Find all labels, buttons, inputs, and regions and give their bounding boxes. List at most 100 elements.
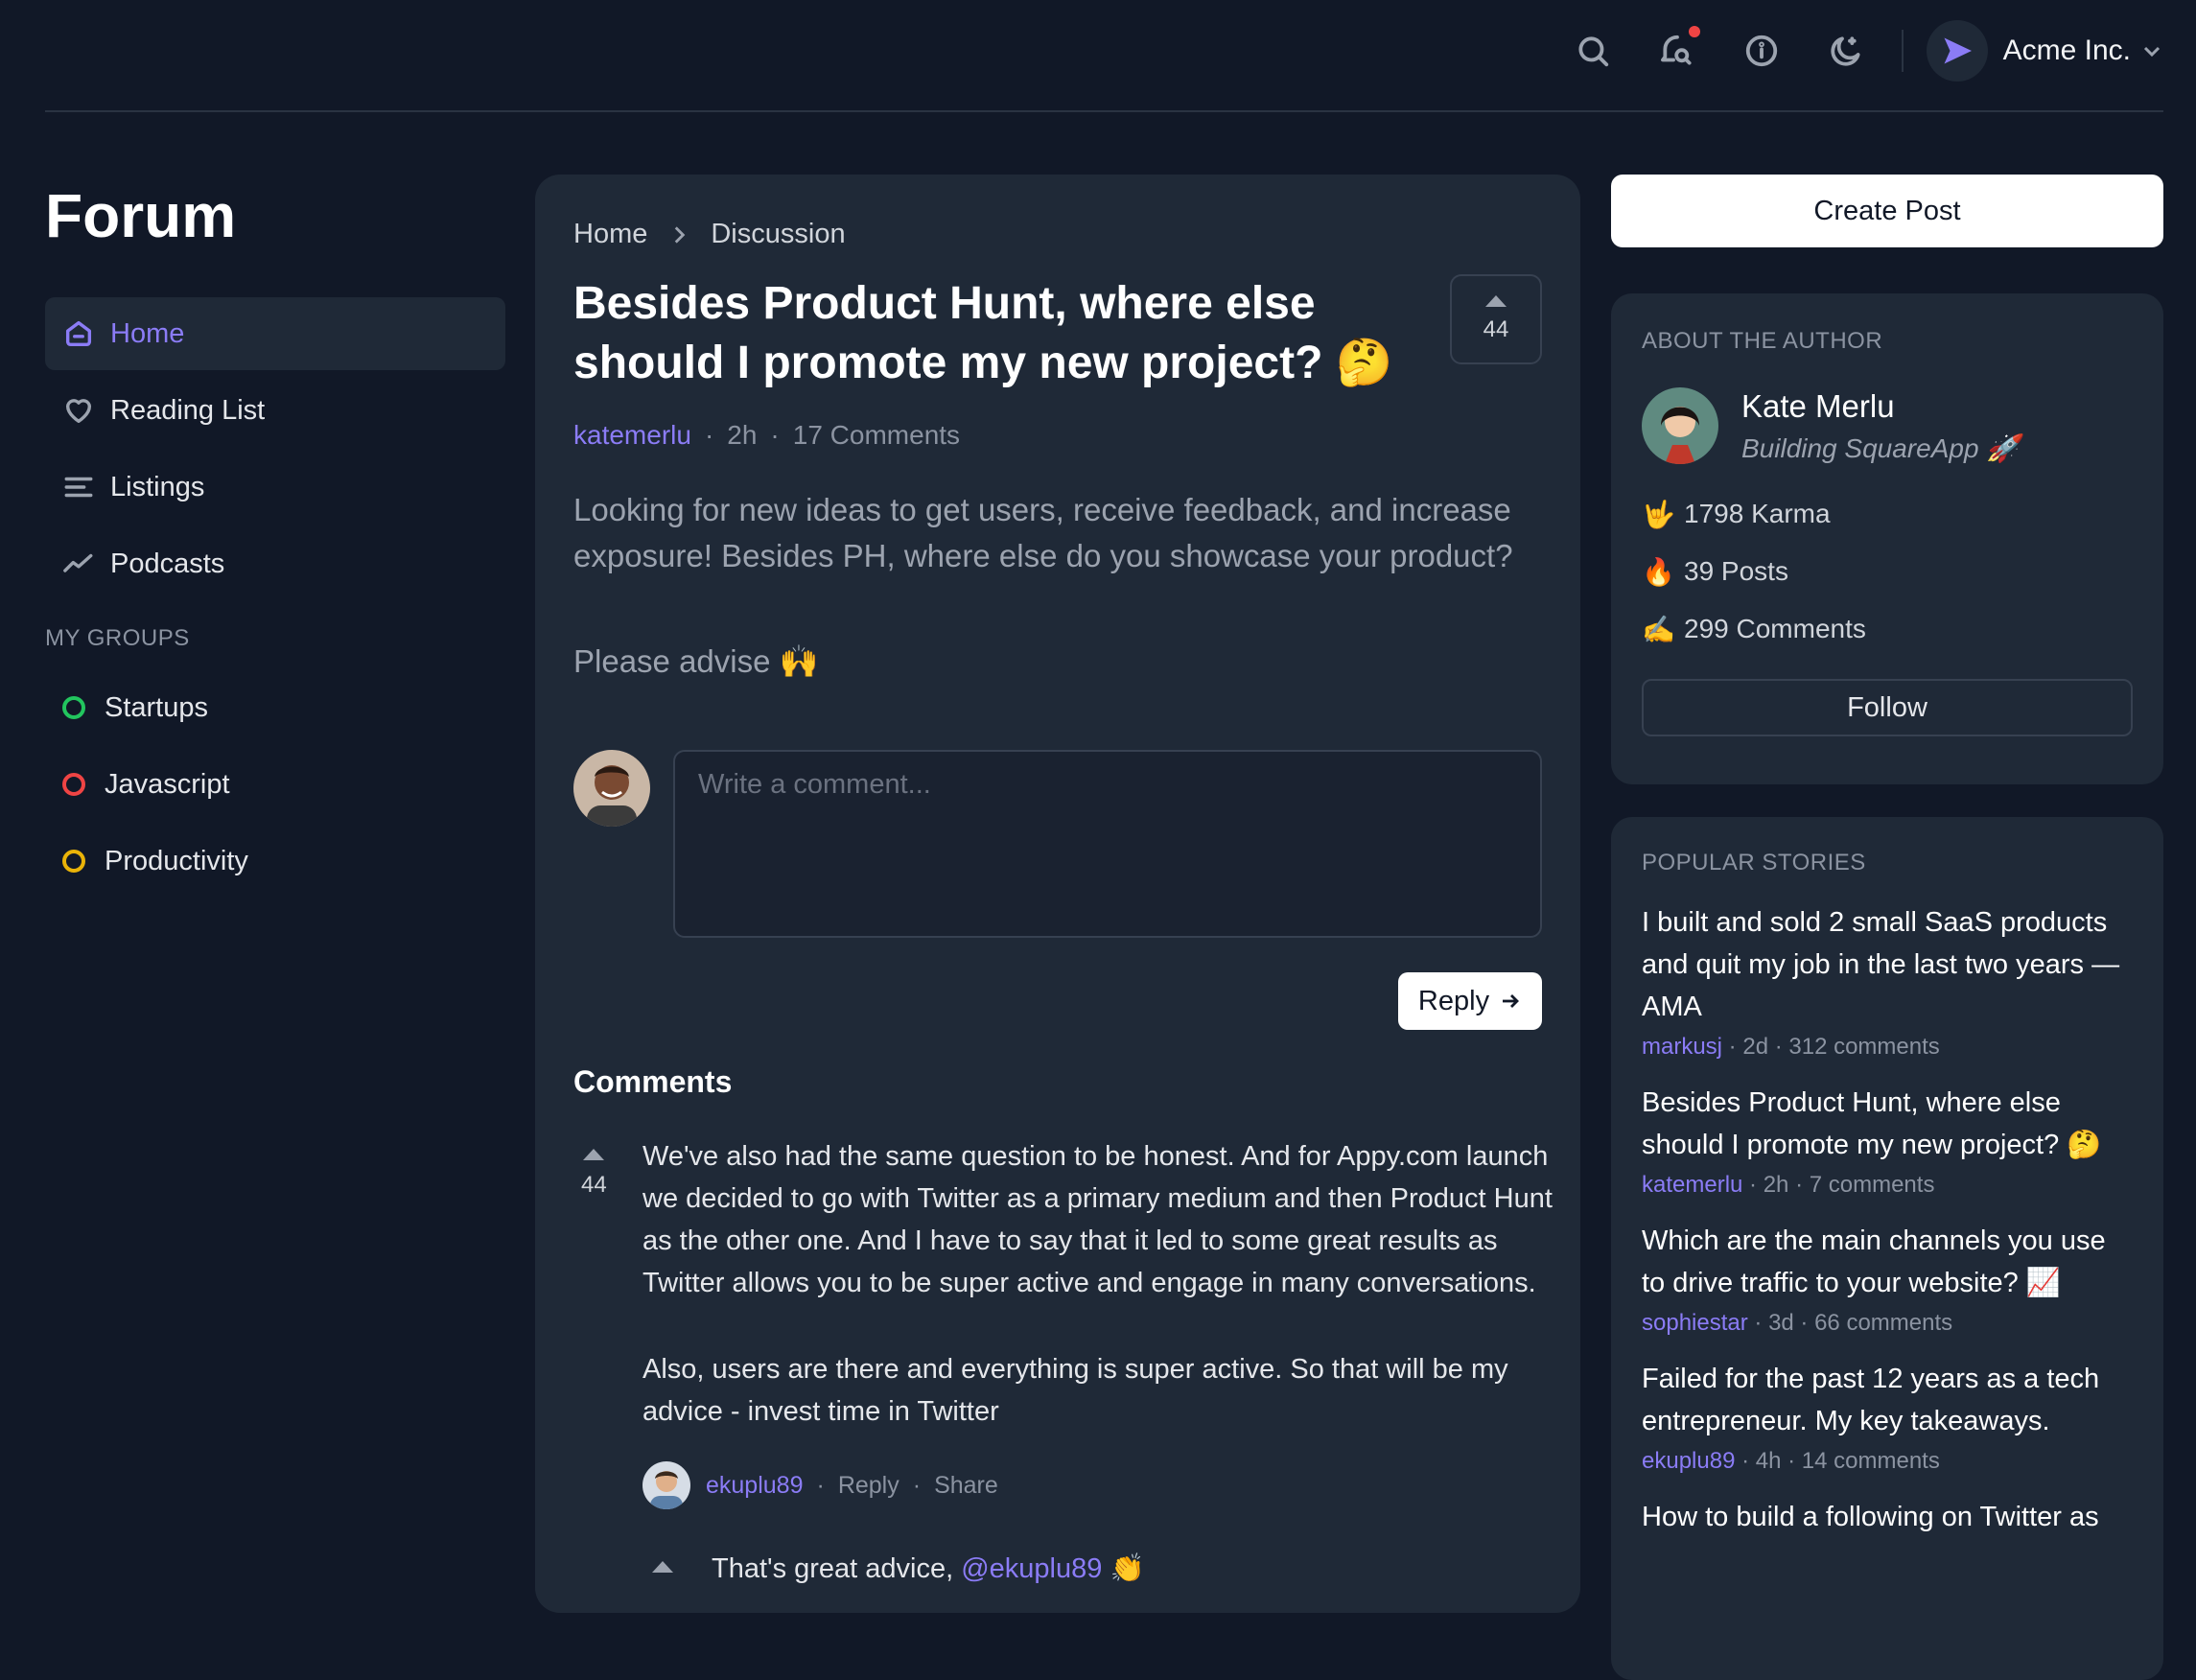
divider xyxy=(1901,30,1904,72)
nav-item-label: Reading List xyxy=(110,394,266,426)
story-info: · 2h · 7 comments xyxy=(1742,1172,1935,1198)
comments-count-link[interactable]: 17 Comments xyxy=(793,420,960,451)
account-switcher[interactable]: Acme Inc. xyxy=(1926,20,2163,82)
group-status-dot xyxy=(62,773,85,796)
breadcrumb-home[interactable]: Home xyxy=(573,219,647,250)
stat-emoji: 🤟 xyxy=(1642,499,1675,529)
post-author-link[interactable]: katemerlu xyxy=(573,420,691,451)
story-info: · 4h · 14 comments xyxy=(1735,1448,1940,1474)
main-nav: Home Reading List Listings Podcasts xyxy=(45,297,505,600)
group-label: Productivity xyxy=(105,845,248,876)
comment-paragraph: Also, users are there and everything is … xyxy=(642,1354,1508,1427)
send-icon xyxy=(1944,37,1972,64)
notification-badge xyxy=(1688,26,1700,37)
dark-mode-toggle[interactable] xyxy=(1817,22,1875,80)
nav-item-home[interactable]: Home xyxy=(45,297,505,370)
popular-stories-card: POPULAR STORIES I built and sold 2 small… xyxy=(1611,817,2163,1680)
story-author-link[interactable]: sophiestar xyxy=(1642,1310,1748,1336)
nested-comment-text: That's great advice, @ekuplu89 👏 xyxy=(712,1548,1555,1590)
stat-karma: 🤟 1798 Karma xyxy=(1642,485,2133,543)
comment-input[interactable] xyxy=(673,750,1542,938)
post-title: Besides Product Hunt, where else should … xyxy=(573,278,1393,388)
breadcrumb: Home Discussion xyxy=(573,219,846,250)
story-item: I built and sold 2 small SaaS products a… xyxy=(1642,901,2133,1061)
nav-item-podcasts[interactable]: Podcasts xyxy=(45,527,505,600)
story-author-link[interactable]: markusj xyxy=(1642,1034,1722,1060)
story-title-link[interactable]: How to build a following on Twitter as xyxy=(1642,1496,2133,1538)
nav-item-listings[interactable]: Listings xyxy=(45,451,505,524)
about-author-card: ABOUT THE AUTHOR Kate Merlu Building Squ… xyxy=(1611,293,2163,784)
card-heading: POPULAR STORIES xyxy=(1642,850,1866,875)
group-javascript[interactable]: Javascript xyxy=(45,748,505,821)
separator-dot: · xyxy=(912,1471,922,1499)
right-sidebar: Create Post ABOUT THE AUTHOR Kate Merlu … xyxy=(1611,175,2163,1680)
comment-reply-link[interactable]: Reply xyxy=(838,1472,899,1500)
story-title-link[interactable]: I built and sold 2 small SaaS products a… xyxy=(1642,901,2133,1028)
story-meta: ekuplu89 · 4h · 14 comments xyxy=(1642,1448,2133,1475)
mention-link[interactable]: @ekuplu89 xyxy=(961,1553,1102,1584)
reply-button-label: Reply xyxy=(1417,985,1490,1016)
chevron-down-icon xyxy=(2143,46,2161,58)
story-info: · 2d · 312 comments xyxy=(1722,1034,1940,1060)
author-stats: 🤟 1798 Karma 🔥 39 Posts ✍️ 299 Comments xyxy=(1642,485,2133,658)
account-logo xyxy=(1926,20,1988,82)
reply-button[interactable]: Reply xyxy=(1398,972,1542,1030)
story-info: · 3d · 66 comments xyxy=(1747,1310,1953,1336)
story-item: How to build a following on Twitter as xyxy=(1642,1496,2133,1538)
story-meta: katemerlu · 2h · 7 comments xyxy=(1642,1172,2133,1199)
comment-meta: ekuplu89 · Reply · Share xyxy=(642,1461,998,1509)
notifications-button[interactable] xyxy=(1648,22,1706,80)
page-title: Forum xyxy=(45,181,237,250)
separator-dot: · xyxy=(704,420,714,450)
post-body-paragraph: Looking for new ideas to get users, rece… xyxy=(573,492,1513,573)
trend-icon xyxy=(63,553,93,572)
chevron-right-icon xyxy=(675,225,686,244)
story-author-link[interactable]: ekuplu89 xyxy=(1642,1448,1735,1474)
upvote-arrow-icon xyxy=(1485,295,1507,307)
breadcrumb-discussion[interactable]: Discussion xyxy=(711,219,845,250)
comment-author-link[interactable]: ekuplu89 xyxy=(706,1472,803,1500)
dark-mode-icon xyxy=(1830,36,1860,66)
group-status-dot xyxy=(62,696,85,719)
info-button[interactable] xyxy=(1733,22,1790,80)
group-productivity[interactable]: Productivity xyxy=(45,825,505,898)
story-title-link[interactable]: Which are the main channels you use to d… xyxy=(1642,1220,2133,1304)
post-meta: katemerlu · 2h · 17 Comments xyxy=(573,420,960,451)
comment-share-link[interactable]: Share xyxy=(934,1472,998,1500)
card-heading: ABOUT THE AUTHOR xyxy=(1642,328,1883,354)
groups-heading: MY GROUPS xyxy=(45,625,190,651)
author-info: Kate Merlu Building SquareApp 🚀 xyxy=(1642,387,2133,464)
story-title-link[interactable]: Besides Product Hunt, where else should … xyxy=(1642,1082,2133,1166)
story-title-link[interactable]: Failed for the past 12 years as a tech e… xyxy=(1642,1358,2133,1442)
story-author-link[interactable]: katemerlu xyxy=(1642,1172,1742,1198)
nested-comment-text-end: 👏 xyxy=(1102,1553,1145,1584)
nested-comment-upvote-button[interactable] xyxy=(652,1561,673,1573)
group-startups[interactable]: Startups xyxy=(45,671,505,744)
upvote-arrow-icon xyxy=(652,1561,673,1573)
stat-text: 1798 Karma xyxy=(1684,499,1831,528)
search-icon xyxy=(1578,36,1608,67)
arrow-right-icon xyxy=(1503,994,1520,1008)
nav-item-reading-list[interactable]: Reading List xyxy=(45,374,505,447)
nav-item-label: Listings xyxy=(110,471,205,502)
story-meta: markusj · 2d · 312 comments xyxy=(1642,1034,2133,1061)
story-item: Which are the main channels you use to d… xyxy=(1642,1220,2133,1337)
upvote-button[interactable]: 44 xyxy=(1450,274,1542,364)
post-time: 2h xyxy=(727,420,758,450)
list-icon xyxy=(64,477,93,498)
current-user-avatar xyxy=(573,750,650,827)
story-item: Besides Product Hunt, where else should … xyxy=(1642,1082,2133,1199)
story-meta: sophiestar · 3d · 66 comments xyxy=(1642,1310,2133,1337)
search-button[interactable] xyxy=(1564,22,1622,80)
comments-heading: Comments xyxy=(573,1064,733,1099)
comment-upvote-button[interactable]: 44 xyxy=(581,1149,607,1199)
separator-dot: · xyxy=(770,420,780,450)
follow-button[interactable]: Follow xyxy=(1642,679,2133,736)
create-post-button[interactable]: Create Post xyxy=(1611,175,2163,247)
group-status-dot xyxy=(62,850,85,873)
separator-dot: · xyxy=(816,1471,825,1499)
upvote-arrow-icon xyxy=(583,1149,605,1160)
stat-comments: ✍️ 299 Comments xyxy=(1642,600,2133,658)
group-label: Startups xyxy=(105,691,208,723)
account-name: Acme Inc. xyxy=(2002,35,2131,66)
